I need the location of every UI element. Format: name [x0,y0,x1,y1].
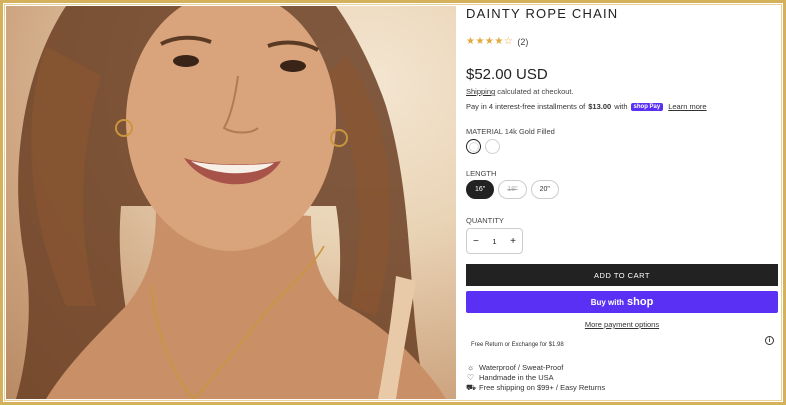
material-selected-value: 14k Gold Filled [504,127,555,136]
heart-icon: ♡ [466,373,475,382]
more-payment-options-link[interactable]: More payment options [466,320,778,329]
material-label-text: MATERIAL [466,127,503,136]
length-options: 16" 18" 20" [466,180,559,199]
info-icon[interactable]: i [765,336,774,345]
product-info-panel: DAINTY ROPE CHAIN ★★★★☆ (2) $52.00 USD S… [466,6,780,399]
buy-with-shop-button[interactable]: Buy with shop [466,291,778,313]
installments-text: Pay in 4 interest-free installments of [466,102,586,111]
shop-logo: shop [627,296,654,308]
review-count[interactable]: (2) [517,37,528,47]
swatch-alternate-material[interactable] [485,139,500,154]
swatch-gold-filled[interactable] [466,139,481,154]
shop-pay-icon: shop Pay [630,102,664,111]
length-option-16[interactable]: 16" [466,180,495,199]
length-label: LENGTH [466,169,497,178]
feature-item: ☼ Waterproof / Sweat-Proof [466,363,605,372]
feature-text: Free shipping on $99+ / Easy Returns [479,383,606,392]
quantity-value[interactable]: 1 [492,237,496,246]
truck-icon: ⛟ [466,383,477,392]
add-to-cart-button[interactable]: ADD TO CART [466,264,778,286]
installments-with: with [614,102,628,111]
quantity-stepper: − 1 + [466,228,523,254]
feature-item: ♡ Handmade in the USA [466,373,605,382]
installment-amount: $13.00 [588,102,612,111]
product-rating[interactable]: ★★★★☆ (2) [466,36,528,47]
shipping-note: Shipping calculated at checkout. [466,87,574,96]
feature-item: ⛟ Free shipping on $99+ / Easy Returns [466,383,605,392]
material-label: MATERIAL 14k Gold Filled [466,127,555,136]
quantity-increase-button[interactable]: + [510,236,516,247]
quantity-label: QUANTITY [466,216,504,225]
length-option-18[interactable]: 18" [498,180,527,199]
installments-note: Pay in 4 interest-free installments of $… [466,102,707,111]
feature-text: Waterproof / Sweat-Proof [479,363,564,372]
product-photo[interactable] [6,6,456,399]
feature-text: Handmade in the USA [479,373,554,382]
feature-list: ☼ Waterproof / Sweat-Proof ♡ Handmade in… [466,363,605,392]
learn-more-link[interactable]: Learn more [668,102,706,111]
star-rating-icon: ★★★★☆ [466,36,514,47]
product-price: $52.00 USD [466,66,548,83]
material-swatches [466,139,500,154]
shipping-link[interactable]: Shipping [466,87,495,96]
shipping-text: calculated at checkout. [497,87,574,96]
quantity-decrease-button[interactable]: − [473,236,479,247]
buy-with-label: Buy with [590,297,625,307]
free-return-note: Free Return or Exchange for $1.98 [471,342,564,348]
product-title: DAINTY ROPE CHAIN [466,6,619,21]
sun-icon: ☼ [466,363,475,372]
length-option-20[interactable]: 20" [530,180,559,199]
